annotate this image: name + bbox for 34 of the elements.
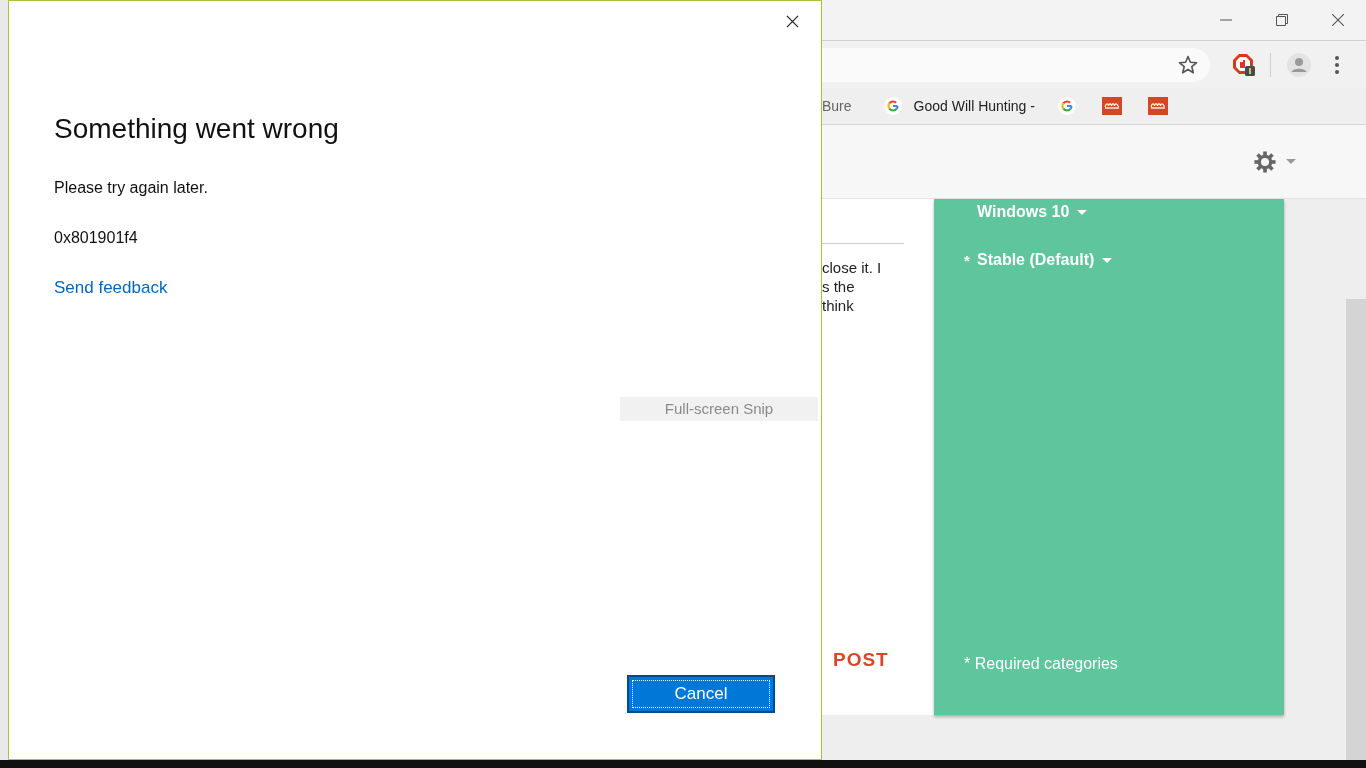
site-logo-icon xyxy=(1101,97,1122,115)
required-note: * Required categories xyxy=(964,654,1119,674)
stop-sign-icon xyxy=(1232,52,1256,77)
caret-icon xyxy=(1077,209,1088,215)
snip-hint: Full-screen Snip xyxy=(620,397,818,421)
star-icon xyxy=(1178,54,1198,75)
post-button[interactable]: POST xyxy=(833,649,889,671)
close-icon xyxy=(785,14,799,28)
caret-icon xyxy=(1286,159,1296,164)
menu-icon xyxy=(1335,55,1339,74)
restore-icon xyxy=(1276,14,1288,26)
dialog-title: Something went wrong xyxy=(54,112,339,146)
settings-button[interactable] xyxy=(1254,150,1296,173)
cancel-button[interactable]: Cancel xyxy=(627,675,775,713)
required-marker: * xyxy=(964,251,971,269)
g-letter-icon xyxy=(883,97,902,115)
close-icon xyxy=(1332,14,1344,26)
extension-button[interactable] xyxy=(1232,52,1256,77)
address-field[interactable] xyxy=(822,47,1210,82)
site-logo-icon xyxy=(1147,97,1168,115)
g-letter-icon xyxy=(1057,97,1076,115)
scrollbar[interactable] xyxy=(1346,299,1366,760)
bookmark[interactable]: Bure xyxy=(822,94,858,118)
error-code: 0x801901f4 xyxy=(54,228,138,248)
caret-icon xyxy=(1102,257,1113,263)
menu-button[interactable] xyxy=(1335,55,1339,74)
profile-button[interactable] xyxy=(1287,52,1311,77)
bookmark[interactable]: Good Will Hunting - xyxy=(877,93,1041,119)
settings-icon xyxy=(1254,150,1276,173)
avatar-icon xyxy=(1287,52,1311,77)
bookmark-star-button[interactable] xyxy=(1178,54,1198,75)
post-text: close it. I s the think xyxy=(822,258,883,315)
error-message: Please try again later. xyxy=(54,178,208,198)
feedback-link[interactable]: Send feedback xyxy=(54,277,168,299)
